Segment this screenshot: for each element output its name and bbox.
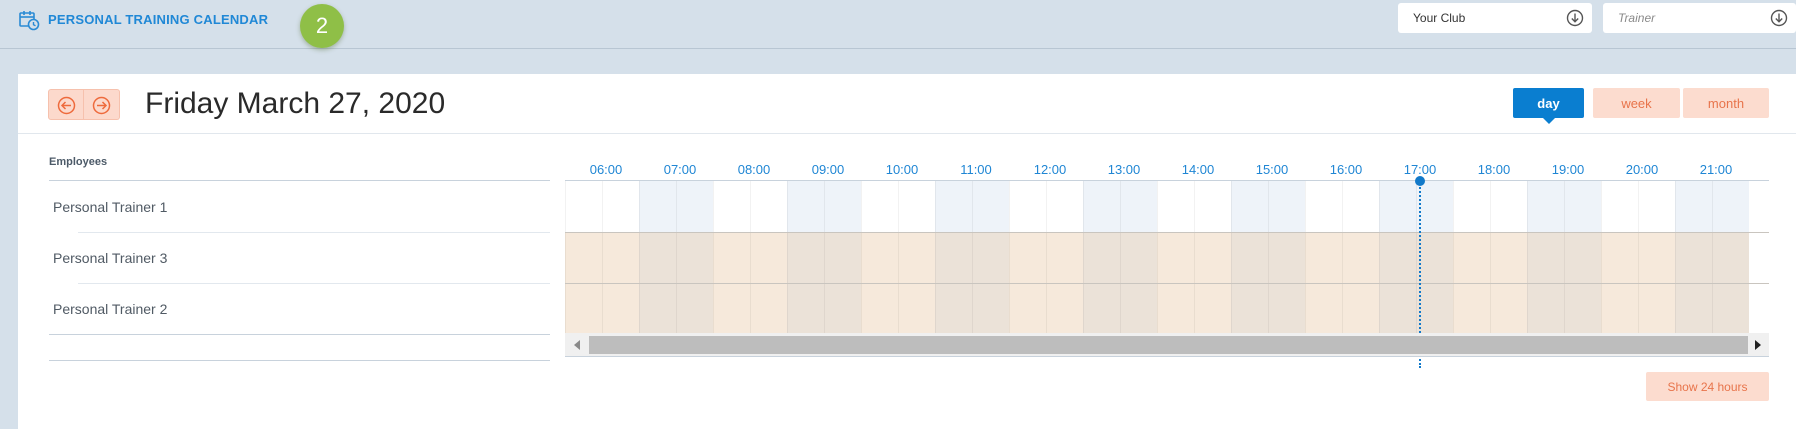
employee-row[interactable]: Personal Trainer 1 xyxy=(53,181,167,232)
timeline: 06:00 07:00 08:00 09:00 10:00 11:00 12:00 13:00… xyxy=(565,148,1769,370)
hour-column[interactable] xyxy=(1305,181,1379,333)
hour-label: 21:00 xyxy=(1699,162,1733,177)
current-date-title: Friday March 27, 2020 xyxy=(145,87,446,120)
hour-label: 18:00 xyxy=(1477,162,1511,177)
show-24-hours-button[interactable]: Show 24 hours xyxy=(1646,372,1769,401)
hour-column[interactable] xyxy=(713,181,787,333)
current-time-dot xyxy=(1415,176,1425,186)
hour-label: 19:00 xyxy=(1551,162,1585,177)
row-divider xyxy=(565,232,1769,233)
hour-label: 17:00 xyxy=(1403,162,1437,177)
next-day-button[interactable] xyxy=(84,89,120,120)
divider xyxy=(49,334,550,335)
hour-label: 14:00 xyxy=(1181,162,1215,177)
page-title: PERSONAL TRAINING CALENDAR xyxy=(48,12,269,27)
hour-label: 20:00 xyxy=(1625,162,1659,177)
hour-label: 13:00 xyxy=(1107,162,1141,177)
employee-row[interactable]: Personal Trainer 2 xyxy=(53,283,167,334)
hour-column[interactable] xyxy=(1453,181,1527,333)
hour-column[interactable] xyxy=(1675,181,1749,333)
month-view-button[interactable]: month xyxy=(1683,88,1769,118)
hour-label: 16:00 xyxy=(1329,162,1363,177)
scroll-right-arrow-icon[interactable] xyxy=(1755,340,1761,350)
employee-row[interactable]: Personal Trainer 3 xyxy=(53,232,167,283)
hour-label: 12:00 xyxy=(1033,162,1067,177)
arrow-left-circle-icon xyxy=(57,96,76,115)
hour-label: 15:00 xyxy=(1255,162,1289,177)
trainer-select[interactable]: Trainer xyxy=(1603,3,1796,33)
hour-column[interactable] xyxy=(935,181,1009,333)
club-select[interactable]: Your Club xyxy=(1398,3,1592,33)
schedule-grid[interactable] xyxy=(565,180,1769,333)
hour-column[interactable] xyxy=(861,181,935,333)
hour-column[interactable] xyxy=(1083,181,1157,333)
previous-day-button[interactable] xyxy=(48,89,84,120)
scrollbar-thumb[interactable] xyxy=(589,336,1748,354)
horizontal-scrollbar[interactable] xyxy=(565,333,1769,357)
divider xyxy=(49,360,550,361)
hour-label: 07:00 xyxy=(663,162,697,177)
hour-label: 10:00 xyxy=(885,162,919,177)
week-view-button[interactable]: week xyxy=(1593,88,1680,118)
hour-label: 09:00 xyxy=(811,162,845,177)
trainer-select-placeholder: Trainer xyxy=(1618,11,1656,25)
hour-column[interactable] xyxy=(565,181,639,333)
arrow-down-circle-icon[interactable] xyxy=(1566,9,1584,27)
hour-column[interactable] xyxy=(787,181,861,333)
hour-column[interactable] xyxy=(1527,181,1601,333)
employees-header: Employees xyxy=(49,156,108,168)
calendar-panel: Friday March 27, 2020 day week month Emp… xyxy=(18,74,1796,429)
hour-column[interactable] xyxy=(1379,181,1453,333)
hour-label: 11:00 xyxy=(960,162,992,177)
scroll-left-arrow-icon[interactable] xyxy=(574,340,580,350)
day-view-button[interactable]: day xyxy=(1513,88,1584,124)
hour-label: 06:00 xyxy=(589,162,623,177)
club-select-value: Your Club xyxy=(1413,11,1466,25)
hour-column[interactable] xyxy=(1009,181,1083,333)
step-badge: 2 xyxy=(300,4,344,48)
calendar-clock-icon xyxy=(18,9,40,31)
row-divider xyxy=(565,283,1769,284)
hour-column[interactable] xyxy=(1231,181,1305,333)
hour-column[interactable] xyxy=(1601,181,1675,333)
top-bar: PERSONAL TRAINING CALENDAR 2 Your Club T… xyxy=(0,0,1796,49)
calendar-toolbar: Friday March 27, 2020 day week month xyxy=(18,74,1796,134)
arrow-down-circle-icon[interactable] xyxy=(1770,9,1788,27)
hour-column[interactable] xyxy=(1157,181,1231,333)
hour-label: 08:00 xyxy=(737,162,771,177)
arrow-right-circle-icon xyxy=(92,96,111,115)
hour-column[interactable] xyxy=(639,181,713,333)
